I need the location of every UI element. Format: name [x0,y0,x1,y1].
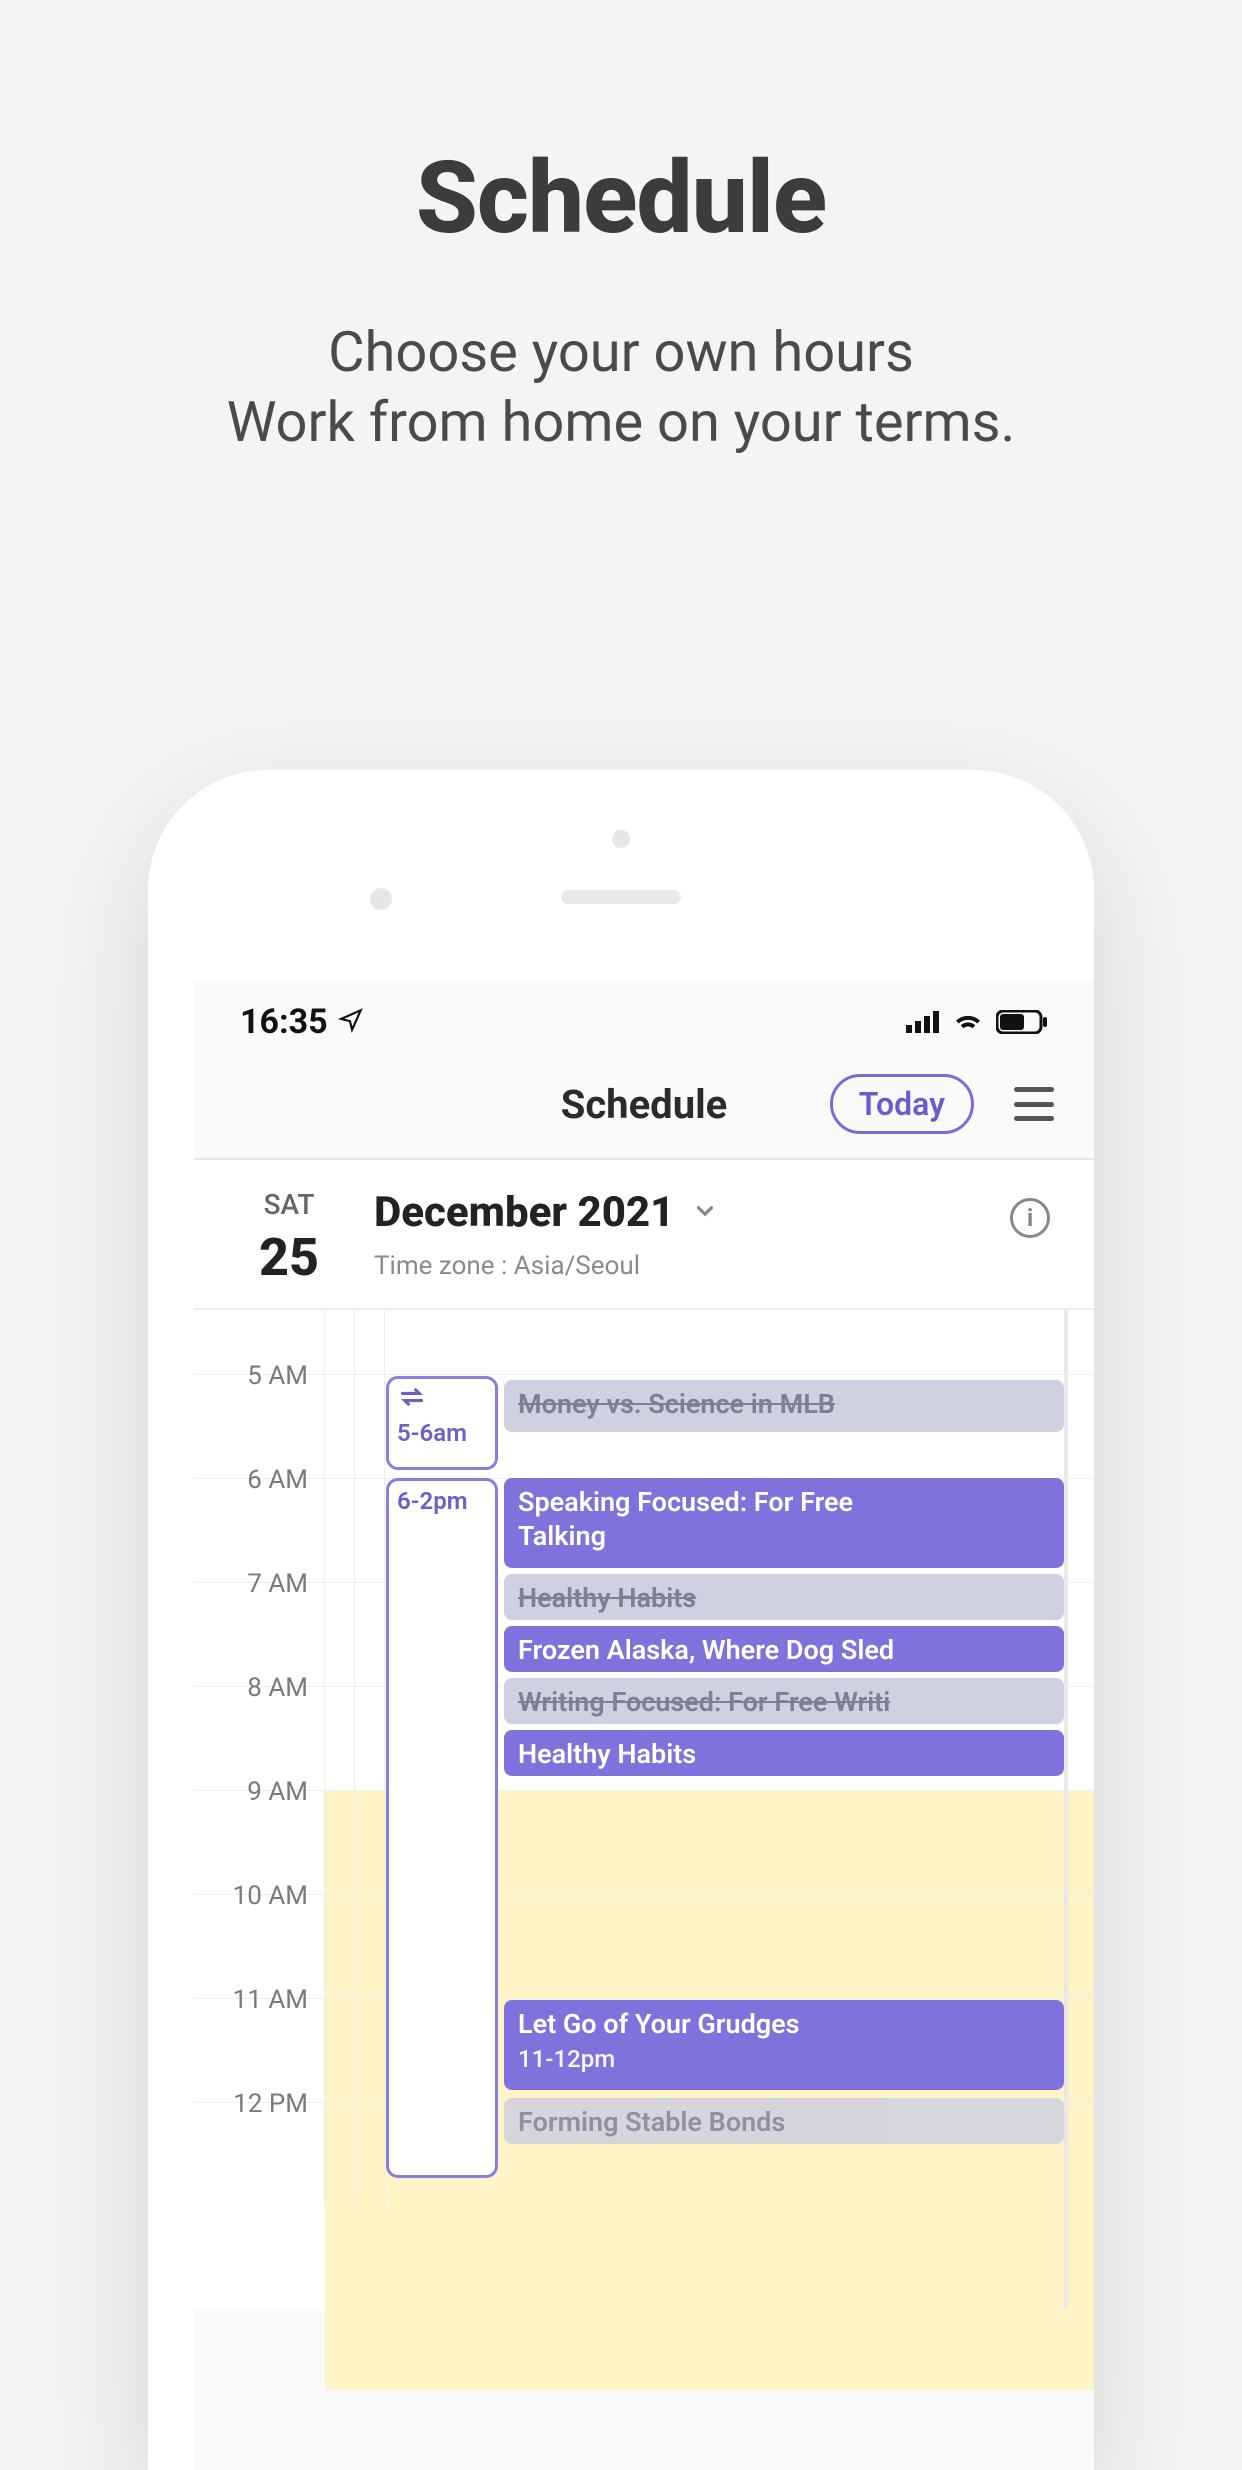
month-column: December 2021 Time zone : Asia/Seoul [354,1188,1054,1281]
event-money-vs-science[interactable]: Money vs. Science in MLB [504,1380,1064,1432]
repeat-icon [397,1385,487,1415]
event-title: Healthy Habits [518,1738,696,1770]
hamburger-icon [1014,1087,1054,1092]
promo-title: Schedule [0,0,1242,257]
cellular-signal-icon [906,1011,940,1033]
status-left: 16:35 [240,1002,364,1042]
phone-speaker [561,890,681,904]
hour-label: 11 AM [194,1985,324,2088]
time-range-column: 5-6am 6-2pm [386,1310,498,2310]
status-bar: 16:35 [194,980,1094,1050]
event-title: Let Go of Your Grudges [518,2008,800,2040]
time-slot-label: 5-6am [397,1419,467,1447]
hour-label: 12 PM [194,2089,324,2192]
event-writing-focused[interactable]: Writing Focused: For Free Writi [504,1678,1064,1724]
event-speaking-focused[interactable]: Speaking Focused: For Free Talking [504,1478,1064,1568]
event-title: Writing Focused: For Free Writi [518,1686,890,1718]
hour-label: 9 AM [194,1777,324,1880]
phone-sensor-dot [370,888,392,910]
event-frozen-alaska[interactable]: Frozen Alaska, Where Dog Sled [504,1626,1064,1672]
app-screen: 16:35 [194,980,1094,2470]
event-title: Frozen Alaska, Where Dog Sled [518,1634,894,1666]
event-title: Money vs. Science in MLB [518,1388,835,1420]
today-button[interactable]: Today [830,1074,974,1134]
time-slot-6-2pm[interactable]: 6-2pm [386,1478,498,2178]
nav-title: Schedule [561,1081,728,1128]
phone-mockup: 16:35 [148,770,1094,2470]
hour-label: 5 AM [194,1361,324,1464]
hour-label: 6 AM [194,1465,324,1568]
battery-icon [996,1010,1048,1034]
event-title: Healthy Habits [518,1582,696,1614]
menu-button[interactable] [1014,1087,1054,1121]
promo-sub-line2: Work from home on your terms. [227,389,1016,455]
event-time: 11-12pm [518,2045,615,2073]
promo-subtitle: Choose your own hours Work from home on … [0,317,1242,457]
schedule-grid[interactable]: 5 AM 6 AM 7 AM 8 AM 9 AM [194,1310,1094,2310]
status-right [906,1010,1048,1034]
timezone-label: Time zone : Asia/Seoul [374,1251,1054,1281]
location-arrow-icon [338,1002,364,1042]
phone-camera-dot [612,830,630,848]
status-time: 16:35 [240,1002,328,1042]
hour-label: 8 AM [194,1673,324,1776]
event-title: Forming Stable Bonds [518,2106,785,2138]
info-button[interactable]: i [1010,1198,1050,1238]
promo-sub-line1: Choose your own hours [328,319,914,385]
event-title: Speaking Focused: For Free [518,1486,853,1518]
day-column: SAT 25 [224,1188,354,1288]
info-icon: i [1027,1204,1033,1232]
month-picker[interactable]: December 2021 [374,1188,1054,1237]
event-healthy-habits-2[interactable]: Healthy Habits [504,1730,1064,1776]
date-header: SAT 25 December 2021 Time zone : Asia/Se… [194,1160,1094,1310]
hour-label: 10 AM [194,1881,324,1984]
nav-bar: Schedule Today [194,1050,1094,1160]
wifi-icon [952,1010,984,1034]
event-title-cont: Talking [518,1520,606,1552]
event-healthy-habits-1[interactable]: Healthy Habits [504,1574,1064,1620]
time-slot-label: 6-2pm [397,1487,468,1515]
event-column: Money vs. Science in MLB Speaking Focuse… [504,1310,1064,2310]
chevron-down-icon [692,1198,718,1228]
hour-label: 7 AM [194,1569,324,1672]
day-number: 25 [224,1227,354,1288]
event-forming-bonds[interactable]: Forming Stable Bonds [504,2098,1064,2144]
time-slot-5-6am[interactable]: 5-6am [386,1376,498,1470]
day-of-week: SAT [224,1188,354,1221]
event-let-go-grudges[interactable]: Let Go of Your Grudges 11-12pm [504,2000,1064,2090]
month-label: December 2021 [374,1188,674,1237]
